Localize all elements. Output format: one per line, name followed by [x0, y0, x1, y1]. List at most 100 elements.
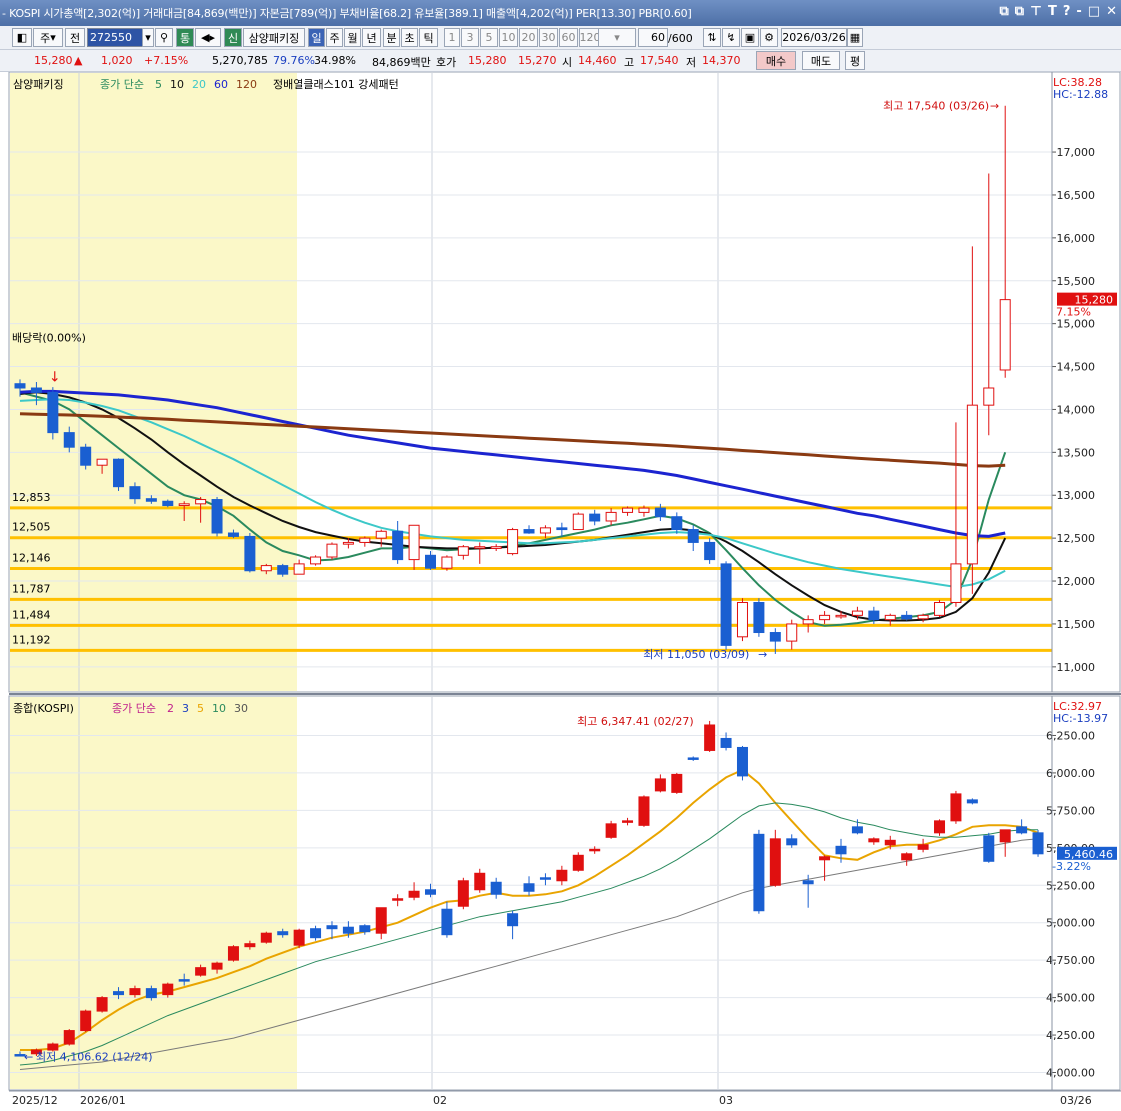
legend-ma-label: 종가 단순	[112, 702, 156, 715]
help-icon[interactable]: ?	[1063, 4, 1071, 19]
pin-icon[interactable]: ⊤	[1030, 4, 1042, 19]
interval-30-button[interactable]: 30	[539, 28, 558, 47]
interval-5-button[interactable]: 5	[480, 28, 498, 47]
sin-button[interactable]: 신	[224, 28, 242, 47]
volume: 5,270,785	[212, 54, 268, 67]
interval-3-button[interactable]: 3	[461, 28, 479, 47]
candle-body	[671, 516, 683, 531]
support-level-label: 12,853	[12, 491, 51, 504]
candle-body	[80, 1010, 92, 1032]
candle-body	[211, 499, 223, 534]
code-dropdown-icon[interactable]: ▾	[142, 28, 154, 47]
candle-body	[30, 387, 42, 393]
interval-60-button[interactable]: 60	[559, 28, 578, 47]
high-price: 17,540	[640, 54, 679, 67]
period-minute-tab[interactable]: 분	[383, 28, 400, 47]
candle-body	[572, 854, 584, 871]
stock-code-input[interactable]: 272550	[87, 28, 143, 47]
candle-body	[474, 872, 486, 891]
candle-body	[14, 383, 26, 389]
period-week-tab[interactable]: 주	[326, 28, 343, 47]
stock-name-field[interactable]: 삼양패키징	[243, 28, 305, 47]
dividend-arrow-icon: ↓	[49, 370, 61, 386]
save-icon[interactable]: ▣	[741, 28, 759, 47]
candle-body	[441, 908, 453, 936]
candle-body	[720, 737, 732, 748]
turnover-rate: 34.98%	[314, 54, 356, 67]
high-label: 고	[624, 56, 635, 69]
candle-body	[851, 610, 863, 616]
calendar-icon[interactable]: ▦	[847, 28, 863, 47]
candle-body	[638, 796, 650, 826]
candle-body	[720, 563, 732, 646]
price-change-pct: +7.15%	[144, 54, 189, 67]
period-year-tab[interactable]: 년	[362, 28, 381, 47]
candle-body	[901, 853, 913, 861]
candle-body	[983, 835, 995, 862]
interval-20-button[interactable]: 20	[519, 28, 538, 47]
candle-body	[786, 623, 798, 642]
candle-body	[622, 507, 634, 513]
candle-body	[113, 458, 125, 488]
candle-body	[375, 530, 387, 539]
prev-button[interactable]: 전	[65, 28, 85, 47]
candle-body	[244, 943, 256, 948]
buy-button[interactable]: 매수	[756, 51, 796, 70]
candle-body	[47, 1043, 59, 1051]
period-day-tab[interactable]: 일	[308, 28, 325, 47]
min-price-label: 최저 4,106.62 (12/24)	[36, 1050, 153, 1063]
period-second-tab[interactable]: 초	[401, 28, 418, 47]
candle-body	[474, 546, 486, 549]
link-icon[interactable]: ⧉	[999, 4, 1008, 19]
quote-bar: 15,280 ▲ 1,020 +7.15% 5,270,785 79.76% 3…	[0, 50, 1121, 72]
maximize-icon[interactable]: □	[1088, 4, 1100, 19]
period-month-tab[interactable]: 월	[344, 28, 361, 47]
candle-body	[966, 799, 978, 804]
candle-body	[917, 614, 929, 620]
candle-body	[260, 932, 272, 943]
candle-body	[605, 823, 617, 838]
sound-icon[interactable]: ◀▸	[195, 28, 221, 47]
y-tick-label: 4,500.00	[1046, 992, 1095, 1005]
scale-hc: HC:-13.97	[1053, 712, 1108, 725]
draw-tool-icon[interactable]: ↯	[722, 28, 740, 47]
sell-button[interactable]: 매도	[802, 51, 840, 70]
font-icon[interactable]: T	[1048, 4, 1057, 19]
chart-area[interactable]: 12,853 12,505 12,146 11,787 11,484 11,192 11,…	[0, 72, 1121, 1111]
bid-price: 15,270	[518, 54, 557, 67]
interval-1-button[interactable]: 1	[444, 28, 460, 47]
close-icon[interactable]: ✕	[1106, 4, 1117, 19]
min-arrow-icon: →	[758, 648, 767, 661]
layout-icon[interactable]: ◧	[12, 28, 32, 47]
candle-body	[917, 844, 929, 850]
candle-body	[359, 537, 371, 543]
support-level-label: 11,484	[12, 608, 51, 621]
legend-ma-label: 종가 단순	[100, 78, 144, 91]
candle-body	[654, 778, 666, 792]
date-input[interactable]: 2026/03/26	[781, 28, 847, 47]
candle-body	[227, 946, 239, 961]
chart-type-icon[interactable]: ⇅	[703, 28, 721, 47]
candle-body	[359, 925, 371, 933]
candle-body	[63, 432, 75, 448]
avg-button[interactable]: 평	[845, 51, 865, 70]
interval-select[interactable]: ▾	[598, 28, 636, 47]
y-tick-label: 14,000	[1057, 403, 1096, 416]
minimize-icon[interactable]: -	[1076, 4, 1081, 19]
y-tick-label: 4,750.00	[1046, 954, 1095, 967]
y-tick-label: 15,000	[1057, 318, 1096, 331]
market-select[interactable]: 주 ▾	[33, 28, 63, 47]
period-tick-tab[interactable]: 틱	[419, 28, 438, 47]
settings-icon[interactable]: ⚙	[760, 28, 778, 47]
search-icon[interactable]: ⚲	[155, 28, 173, 47]
x-axis-label: 2025/12	[12, 1094, 58, 1107]
restore-icon[interactable]: ⧉	[1015, 4, 1024, 19]
interval-10-button[interactable]: 10	[499, 28, 518, 47]
tong-button[interactable]: 통	[176, 28, 194, 47]
candle-body	[523, 529, 535, 534]
title-bar: - KOSPI 시가총액[2,302(억)] 거래대금[84,869(백만)] …	[0, 0, 1121, 26]
y-tick-label: 13,500	[1057, 446, 1096, 459]
count-input[interactable]: 60	[638, 28, 668, 47]
candle-body	[162, 983, 174, 996]
legend-period: 60	[214, 78, 228, 91]
